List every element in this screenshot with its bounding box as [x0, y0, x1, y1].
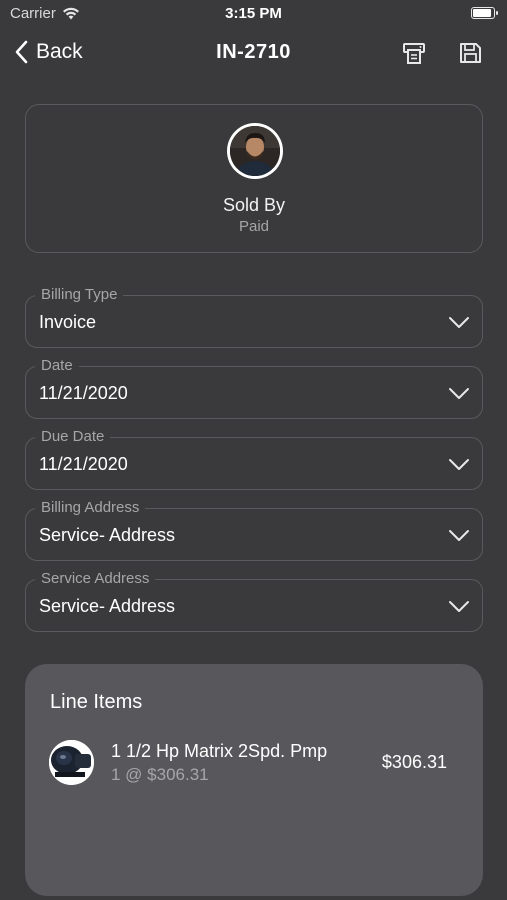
field-value: Service- Address: [39, 525, 176, 545]
billing-address-dropdown[interactable]: Billing Address Service- Address: [25, 499, 483, 561]
billing-type-dropdown[interactable]: Billing Type Invoice: [25, 286, 483, 348]
save-icon[interactable]: [457, 40, 483, 66]
line-item-row[interactable]: 1 1/2 Hp Matrix 2Spd. Pmp 1 @ $306.31 $3…: [49, 738, 459, 788]
battery-level: [473, 9, 491, 17]
field-label: Date: [35, 357, 79, 375]
field-value: Invoice: [39, 312, 97, 332]
chevron-down-icon: [449, 601, 469, 612]
field-label: Due Date: [35, 428, 111, 446]
chevron-down-icon: [449, 459, 469, 470]
field-value: 11/21/2020: [39, 383, 128, 403]
field-value: 11/21/2020: [39, 454, 128, 474]
battery-icon: [471, 7, 498, 19]
chevron-down-icon: [449, 317, 469, 328]
line-items-panel: Line Items 1 1/2 Hp Matrix 2Spd. Pmp 1 @…: [25, 664, 483, 896]
page-title: IN-2710: [216, 41, 291, 63]
status-time: 3:15 PM: [225, 5, 282, 22]
sold-by-card: Sold By Paid: [25, 104, 483, 253]
date-dropdown[interactable]: Date 11/21/2020: [25, 357, 483, 419]
field-value: Service- Address: [39, 596, 176, 616]
field-label: Billing Type: [35, 286, 124, 304]
invoice-detail-screen: Carrier 3:15 PM Back IN-2710 Sold By Pai…: [0, 0, 507, 900]
line-item-total: $306.31: [381, 752, 447, 772]
field-label: Billing Address: [35, 499, 146, 517]
navigation-bar: Back IN-2710: [0, 32, 507, 74]
sold-by-label: Sold By: [222, 195, 286, 215]
payment-status: Paid: [238, 218, 270, 235]
field-label: Service Address: [35, 570, 156, 588]
avatar-photo: [230, 126, 280, 176]
product-thumbnail: [49, 740, 94, 785]
due-date-dropdown[interactable]: Due Date 11/21/2020: [25, 428, 483, 490]
line-item-name: 1 1/2 Hp Matrix 2Spd. Pmp: [111, 741, 328, 761]
line-item-quantity: 1 @ $306.31: [111, 765, 209, 784]
line-items-title: Line Items: [50, 691, 143, 713]
chevron-down-icon: [449, 388, 469, 399]
status-bar: Carrier 3:15 PM: [0, 0, 507, 28]
avatar[interactable]: [227, 123, 283, 179]
print-icon[interactable]: [401, 40, 427, 66]
service-address-dropdown[interactable]: Service Address Service- Address: [25, 570, 483, 632]
chevron-down-icon: [449, 530, 469, 541]
